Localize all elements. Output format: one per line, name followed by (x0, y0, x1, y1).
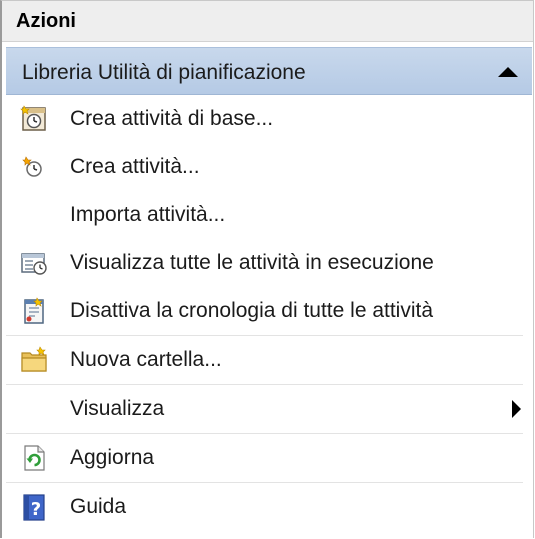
help-icon: ? (20, 493, 48, 521)
action-label: Nuova cartella... (70, 348, 222, 371)
action-label: Crea attività... (70, 155, 200, 178)
action-import-task[interactable]: Importa attività... (6, 191, 523, 239)
action-label: Disattiva la cronologia di tutte le atti… (70, 299, 434, 322)
action-label: Crea attività di base... (70, 107, 274, 130)
create-task-icon (20, 153, 48, 181)
collapse-arrow-icon[interactable] (498, 67, 518, 77)
action-label: Importa attività... (70, 203, 226, 226)
action-create-basic-task[interactable]: Crea attività di base... (6, 95, 523, 143)
action-label: Visualizza (70, 397, 165, 420)
actions-pane-header: Azioni (2, 1, 533, 42)
action-refresh[interactable]: Aggiorna (6, 434, 523, 483)
actions-list: Crea attività di base... Crea attività..… (6, 95, 523, 531)
action-create-task[interactable]: Crea attività... (6, 143, 523, 191)
action-label: Visualizza tutte le attività in esecuzio… (70, 251, 434, 274)
submenu-arrow-icon (512, 400, 521, 418)
svg-text:?: ? (31, 499, 41, 520)
history-icon (20, 297, 48, 325)
action-label: Guida (70, 495, 127, 518)
action-disable-task-history[interactable]: Disattiva la cronologia di tutte le atti… (6, 287, 523, 336)
section-header-task-scheduler-library[interactable]: Libreria Utilità di pianificazione (6, 47, 532, 95)
task-wizard-icon (20, 105, 48, 133)
action-label: Aggiorna (70, 446, 155, 469)
section-header-label: Libreria Utilità di pianificazione (22, 61, 306, 84)
action-new-folder[interactable]: Nuova cartella... (6, 336, 523, 385)
action-show-running-tasks[interactable]: Visualizza tutte le attività in esecuzio… (6, 239, 523, 287)
folder-icon (20, 346, 48, 374)
action-view-submenu[interactable]: Visualizza (6, 385, 523, 434)
actions-pane: Azioni Libreria Utilità di pianificazion… (0, 0, 534, 538)
actions-pane-title: Azioni (16, 10, 76, 32)
refresh-icon (20, 444, 48, 472)
running-tasks-icon (20, 249, 48, 277)
action-help[interactable]: ? Guida (6, 483, 523, 531)
